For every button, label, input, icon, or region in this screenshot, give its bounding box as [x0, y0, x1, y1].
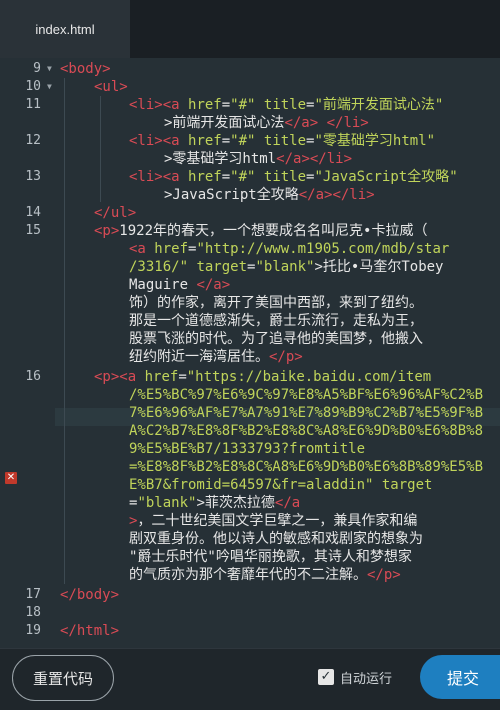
checkbox-checked-icon[interactable]: ✓ [318, 669, 334, 685]
code-line: E%B7&fromid=64597&fr=aladdin" target [129, 477, 433, 493]
code-line: >，二十世纪美国文学巨擘之一，兼具作家和编 [129, 513, 418, 529]
code-line: 7%E6%96%AF%E7%A7%91%E7%89%B9%C2%B7%E5%9F… [129, 405, 484, 421]
line-number: 17 [25, 587, 41, 602]
code-line: "爵士乐时代"吟唱华丽挽歌，其诗人和梦想家 [129, 549, 412, 565]
indent-guide [100, 96, 101, 202]
line-number: 11 [25, 97, 41, 112]
indent-guide [64, 78, 65, 584]
code-line: <li><a href="#" title="零基础学习html" [129, 133, 436, 149]
code-line: <a href="http://www.m1905.com/mdb/star [129, 241, 450, 257]
code-line: 纽约附近一海湾居住。</p> [129, 349, 303, 365]
fold-arrow-icon[interactable]: ▼ [47, 60, 55, 78]
code-line: 剧双重身份。他以诗人的敏感和戏剧家的想象为 [129, 531, 423, 547]
code-line: >JavaScript全攻略</a></li> [164, 187, 375, 203]
code-line: <ul> [94, 79, 128, 95]
code-line: <p><a href="https://baike.baidu.com/item [94, 369, 432, 385]
code-line: A%C2%B7%E8%8F%B2%E8%8C%A8%E6%9D%B0%E6%8B… [129, 423, 484, 439]
code-line: 的气质亦为那个奢靡年代的不二注解。</p> [129, 567, 401, 583]
line-number: 14 [25, 205, 41, 220]
code-line: /%E5%BC%97%E6%9C%97%E8%A5%BF%E6%96%AF%C2… [129, 387, 484, 403]
line-number: 13 [25, 169, 41, 184]
error-marker-icon[interactable]: ✕ [5, 472, 17, 484]
fold-arrow-icon[interactable]: ▼ [47, 78, 55, 96]
code-line: ="blank">菲茨杰拉德</a [129, 495, 301, 511]
code-line: 9%E5%BE%B7/1333793?fromtitle [129, 441, 366, 457]
line-number: 16 [25, 369, 41, 384]
code-line: 饰）的作家，离开了美国中西部，来到了纽约。 [129, 295, 423, 311]
code-line: </ul> [94, 205, 137, 221]
line-number: 12 [25, 133, 41, 148]
code-line: =%E8%8F%B2%E8%8C%A8%E6%9D%B0%E6%8B%89%E5… [129, 459, 484, 475]
submit-button[interactable]: 提交 [420, 655, 500, 699]
code-line: >零基础学习html</a></li> [164, 151, 353, 167]
code-line: </body> [60, 587, 120, 603]
code-content[interactable]: <body> <ul> <li><a href="#" title="前端开发面… [60, 58, 500, 648]
editor-tab-bar: index.html [0, 0, 500, 59]
editor-footer: 重置代码 ✓ 自动运行 提交 [0, 648, 500, 710]
line-number: 18 [25, 605, 41, 620]
line-number: 15 [25, 223, 41, 238]
code-editor[interactable]: 9 ▼ 10 ▼ 11 12 13 14 15 16 ✕ 17 18 19 <b… [0, 58, 500, 648]
line-number: 10 [25, 79, 41, 94]
tab-index-html[interactable]: index.html [0, 0, 130, 58]
code-line: Maguire </a> [129, 277, 231, 293]
line-gutter: 9 ▼ 10 ▼ 11 12 13 14 15 16 ✕ 17 18 19 [0, 58, 55, 648]
line-number: 19 [25, 623, 41, 638]
code-line: <body> [60, 61, 111, 77]
code-line: <li><a href="#" title="前端开发面试心法" [129, 97, 444, 113]
code-line: <p>1922年的春天，一个想要成名名叫尼克•卡拉威（ [94, 223, 428, 239]
reset-code-button[interactable]: 重置代码 [12, 655, 114, 701]
code-line: /3316/" target="blank">托比•马奎尔Tobey [129, 259, 444, 275]
auto-run-toggle[interactable]: ✓ 自动运行 [318, 667, 392, 687]
auto-run-label: 自动运行 [340, 670, 393, 686]
code-line: </html> [60, 623, 120, 639]
line-number: 9 [33, 61, 41, 76]
code-line: 股票飞涨的时代。为了追寻他的美国梦，他搬入 [129, 331, 423, 347]
code-line: 那是一个道德感渐失，爵士乐流行，走私为王， [129, 313, 423, 329]
code-line: >前端开发面试心法</a> </li> [164, 115, 369, 131]
code-line: <li><a href="#" title="JavaScript全攻略" [129, 169, 458, 185]
